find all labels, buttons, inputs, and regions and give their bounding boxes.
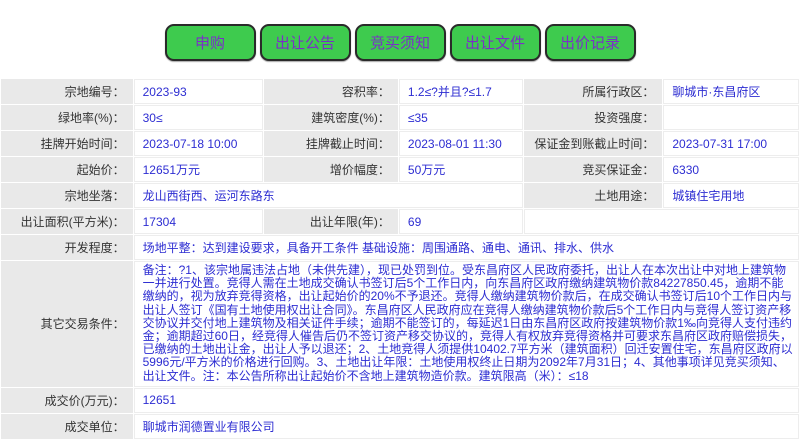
land-parcel-info-table: 宗地编号： 2023-93 容积率： 1.2≤?并且?≤1.7 所属行政区： 聊… (0, 78, 800, 440)
action-toolbar: 申购 出让公告 竞买须知 出让文件 出价记录 (0, 0, 800, 78)
value-start-price: 12651万元 (134, 157, 263, 182)
value-deposit-deadline: 2023-07-31 17:00 (663, 131, 799, 156)
row-deal-price: 成交价(万元)： 12651 (1, 388, 799, 413)
label-land-use: 土地用途： (524, 183, 663, 208)
value-other-conditions: 备注：?1、该宗地属违法占地（未供先建），现已处罚到位。受东昌府区人民政府委托，… (134, 261, 799, 387)
row-parcel: 宗地编号： 2023-93 容积率： 1.2≤?并且?≤1.7 所属行政区： 聊… (1, 79, 799, 104)
label-bid-deposit: 竞买保证金： (524, 157, 663, 182)
value-investment-intensity (663, 105, 799, 130)
row-prices: 起始价： 12651万元 增价幅度： 50万元 竞买保证金： 6330 (1, 157, 799, 182)
row-development: 开发程度： 场地平整：达到建设要求，具备开工条件 基础设施：周围通路、通电、通讯… (1, 235, 799, 260)
label-district: 所属行政区： (524, 79, 663, 104)
listing-documents-button[interactable]: 出让文件 (450, 24, 541, 61)
apply-purchase-button[interactable]: 申购 (165, 24, 256, 61)
label-increment: 增价幅度： (264, 157, 398, 182)
value-listing-start: 2023-07-18 10:00 (134, 131, 263, 156)
value-deal-unit: 聊城市润德置业有限公司 (134, 414, 799, 439)
label-area: 出让面积(平方米)： (1, 209, 133, 234)
value-land-use: 城镇住宅用地 (663, 183, 799, 208)
row-deal-unit: 成交单位： 聊城市润德置业有限公司 (1, 414, 799, 439)
label-building-density: 建筑密度(%)： (264, 105, 398, 130)
label-location: 宗地坐落： (1, 183, 133, 208)
listing-announcement-button[interactable]: 出让公告 (260, 24, 351, 61)
label-listing-end: 挂牌截止时间： (264, 131, 398, 156)
value-bid-deposit: 6330 (663, 157, 799, 182)
label-start-price: 起始价： (1, 157, 133, 182)
value-empty-spacer (524, 209, 799, 234)
label-development: 开发程度： (1, 235, 133, 260)
row-times: 挂牌开始时间： 2023-07-18 10:00 挂牌截止时间： 2023-08… (1, 131, 799, 156)
value-increment: 50万元 (399, 157, 523, 182)
label-deal-unit: 成交单位： (1, 414, 133, 439)
label-other-conditions: 其它交易条件： (1, 261, 133, 387)
value-district: 聊城市·东昌府区 (663, 79, 799, 104)
label-plot-ratio: 容积率： (264, 79, 398, 104)
label-deposit-deadline: 保证金到账截止时间： (524, 131, 663, 156)
value-green-rate: 30≤ (134, 105, 263, 130)
label-green-rate: 绿地率(%)： (1, 105, 133, 130)
value-deal-price: 12651 (134, 388, 799, 413)
label-investment-intensity: 投资强度： (524, 105, 663, 130)
label-term: 出让年限(年)： (264, 209, 398, 234)
value-development: 场地平整：达到建设要求，具备开工条件 基础设施：周围通路、通电、通讯、排水、供水 (134, 235, 799, 260)
row-other-conditions: 其它交易条件： 备注：?1、该宗地属违法占地（未供先建），现已处罚到位。受东昌府… (1, 261, 799, 387)
label-listing-start: 挂牌开始时间： (1, 131, 133, 156)
value-plot-ratio: 1.2≤?并且?≤1.7 (399, 79, 523, 104)
row-area-term: 出让面积(平方米)： 17304 出让年限(年)： 69 (1, 209, 799, 234)
value-parcel-number: 2023-93 (134, 79, 263, 104)
row-location: 宗地坐落： 龙山西街西、运河东路东 土地用途： 城镇住宅用地 (1, 183, 799, 208)
label-parcel-number: 宗地编号： (1, 79, 133, 104)
value-term: 69 (399, 209, 523, 234)
value-area: 17304 (134, 209, 263, 234)
row-rates: 绿地率(%)： 30≤ 建筑密度(%)： ≤35 投资强度： (1, 105, 799, 130)
bid-records-button[interactable]: 出价记录 (545, 24, 636, 61)
label-deal-price: 成交价(万元)： (1, 388, 133, 413)
value-listing-end: 2023-08-01 11:30 (399, 131, 523, 156)
value-building-density: ≤35 (399, 105, 523, 130)
value-location: 龙山西街西、运河东路东 (134, 183, 523, 208)
bidding-notes-button[interactable]: 竞买须知 (355, 24, 446, 61)
